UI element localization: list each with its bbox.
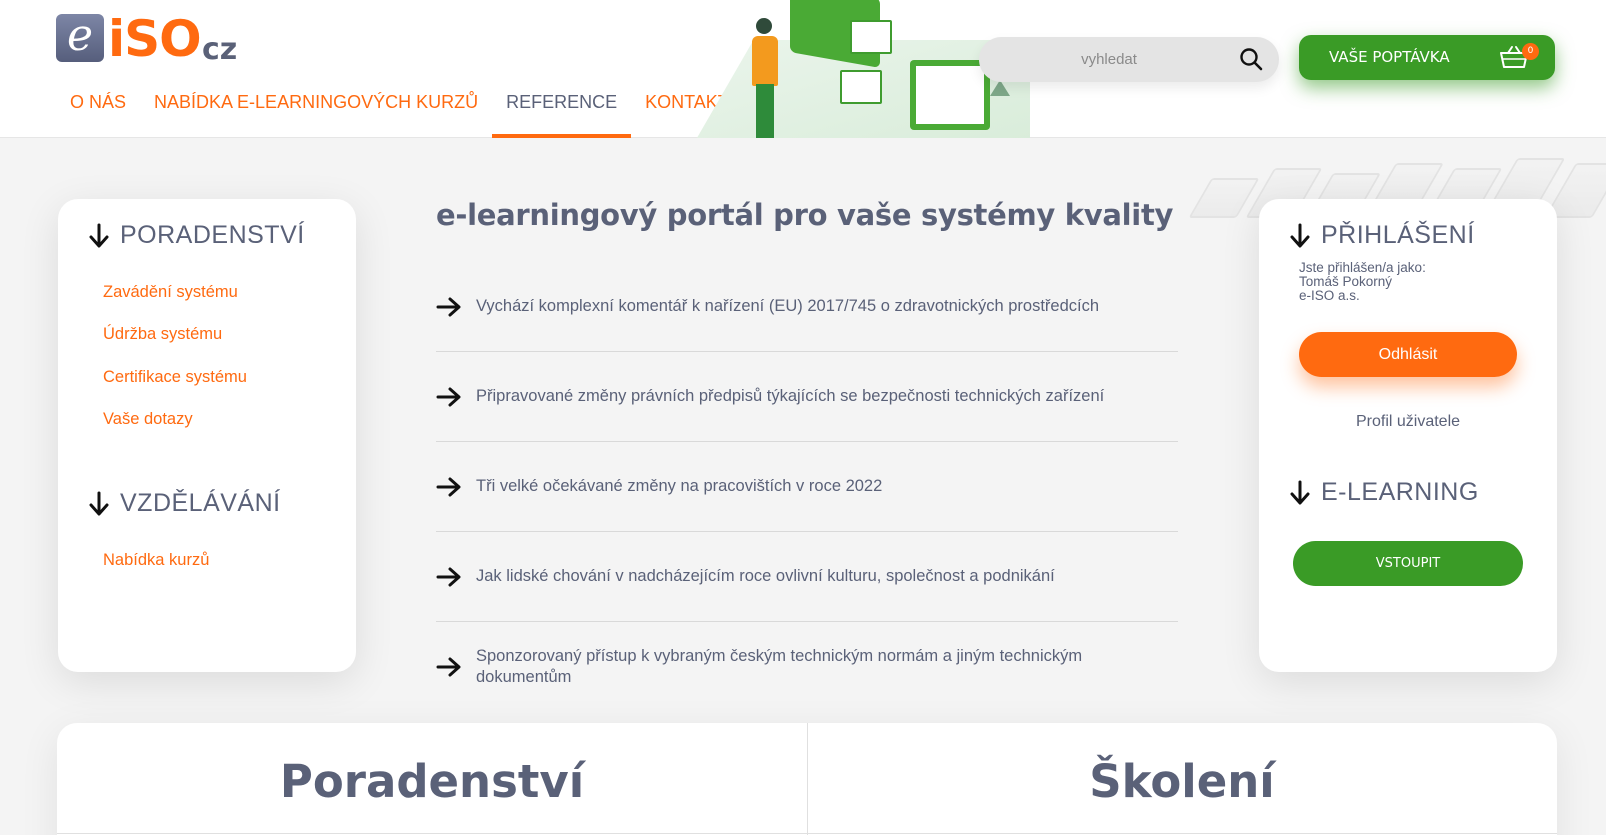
elearning-title: E-LEARNING [1321,478,1479,506]
login-heading: PŘIHLÁŠENÍ [1289,221,1475,250]
news-item-text[interactable]: Vychází komplexní komentář k nařízení (E… [476,296,1116,317]
arrow-right-icon [436,657,461,677]
cart-count-badge: 0 [1522,43,1539,60]
link-system-maintenance[interactable]: Údržba systému [103,325,222,344]
illustration-document [850,20,892,54]
page-title: e-learningový portál pro vaše systémy kv… [436,198,1174,232]
inquiry-cart-button[interactable]: VAŠE POPTÁVKA 0 [1299,35,1555,80]
search-box [979,37,1279,82]
nav-item-reference[interactable]: REFERENCE [492,90,632,138]
news-list: Vychází komplexní komentář k nařízení (E… [436,262,1178,712]
nav-item-o-nas[interactable]: O NÁS [56,90,140,138]
tile-consulting-title[interactable]: Poradenství [57,755,807,808]
logged-as-label: Jste přihlášen/a jako: [1299,260,1426,275]
news-item[interactable]: Připravované změny právních předpisů týk… [436,352,1178,442]
illustration-person [750,18,780,138]
services-sidebar: PORADENSTVÍ Zavádění systému Údržba syst… [58,199,356,672]
elearning-enter-button[interactable]: VSTOUPIT [1293,541,1523,586]
search-icon[interactable] [1239,47,1263,71]
user-name: Tomáš Pokorný [1299,274,1393,289]
logo-e-mark: e [56,14,104,62]
link-system-implementation[interactable]: Zavádění systému [103,283,238,302]
arrow-right-icon [436,477,461,496]
illustration-arrow-up-icon [990,80,1010,96]
logo-iso-text: iSO [108,10,202,68]
link-course-offer[interactable]: Nabídka kurzů [103,551,209,570]
arrow-right-icon [436,567,461,586]
header-illustration [690,0,1030,138]
login-sidebar: PŘIHLÁŠENÍ Jste přihlášen/a jako: Tomáš … [1259,199,1557,672]
logout-button[interactable]: Odhlásit [1299,332,1517,377]
consulting-heading: PORADENSTVÍ [88,221,305,250]
tile-training-title[interactable]: Školení [807,755,1557,808]
education-title: VZDĚLÁVÁNÍ [120,489,281,517]
arrow-down-icon [89,491,109,515]
arrow-right-icon [436,297,461,316]
user-company: e-ISO a.s. [1299,288,1360,303]
site-logo[interactable]: e iSO cz [56,10,256,68]
service-tiles: Poradenství Školení [57,723,1557,835]
search-input[interactable] [999,37,1219,82]
login-title: PŘIHLÁŠENÍ [1321,221,1475,249]
user-profile-link[interactable]: Profil uživatele [1259,413,1557,431]
site-header: e iSO cz O NÁS NABÍDKA E-LEARNINGOVÝCH K… [0,0,1606,138]
nav-item-courses[interactable]: NABÍDKA E-LEARNINGOVÝCH KURZŮ [140,90,492,138]
arrow-down-icon [1290,480,1310,504]
inquiry-cart-label: VAŠE POPTÁVKA [1329,48,1450,66]
illustration-document [840,70,882,104]
link-system-certification[interactable]: Certifikace systému [103,368,247,387]
news-item-text[interactable]: Tři velké očekávané změny na pracovištíc… [476,476,1116,497]
arrow-down-icon [1290,223,1310,247]
news-item[interactable]: Jak lidské chování v nadcházejícím roce … [436,532,1178,622]
consulting-title: PORADENSTVÍ [120,221,305,249]
news-item-text[interactable]: Sponzorovaný přístup k vybraným českým t… [476,646,1116,688]
arrow-down-icon [89,223,109,247]
logged-in-info: Jste přihlášen/a jako: Tomáš Pokorný e-I… [1299,261,1426,303]
logo-cz-text: cz [202,32,238,67]
news-item-text[interactable]: Jak lidské chování v nadcházejícím roce … [476,566,1116,587]
education-heading: VZDĚLÁVÁNÍ [88,489,281,518]
tile-bottom-rule [57,833,1557,834]
link-your-questions[interactable]: Vaše dotazy [103,410,193,429]
elearning-heading: E-LEARNING [1289,478,1479,507]
arrow-right-icon [436,387,461,406]
news-item[interactable]: Tři velké očekávané změny na pracovištíc… [436,442,1178,532]
news-item-text[interactable]: Připravované změny právních předpisů týk… [476,386,1116,407]
news-item[interactable]: Vychází komplexní komentář k nařízení (E… [436,262,1178,352]
main-nav: O NÁS NABÍDKA E-LEARNINGOVÝCH KURZŮ REFE… [56,90,755,138]
illustration-screen [910,60,990,130]
news-item[interactable]: Sponzorovaný přístup k vybraným českým t… [436,622,1178,712]
